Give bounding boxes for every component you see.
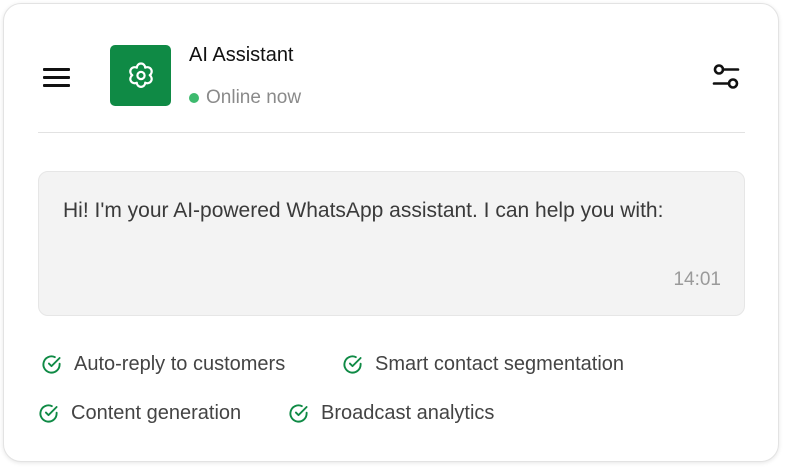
chat-title: AI Assistant <box>189 44 294 66</box>
check-circle-icon <box>343 355 362 374</box>
feature-label: Broadcast analytics <box>321 402 495 424</box>
feature-label: Auto-reply to customers <box>74 353 286 375</box>
message-text: Hi! I'm your AI-powered WhatsApp assista… <box>63 199 664 222</box>
assistant-avatar <box>110 45 171 106</box>
header-divider <box>38 132 745 133</box>
online-dot-icon <box>189 93 199 103</box>
check-circle-icon <box>39 404 58 423</box>
online-status: Online now <box>189 87 301 109</box>
message-time: 14:01 <box>673 269 721 290</box>
flower-gear-icon <box>128 61 153 88</box>
message-bubble: Hi! I'm your AI-powered WhatsApp assista… <box>38 171 745 316</box>
feature-item-segmentation: Smart contact segmentation <box>342 353 624 376</box>
chat-card: AI Assistant Online now Hi! I'm your AI-… <box>3 3 779 462</box>
hamburger-menu-icon[interactable] <box>41 64 71 90</box>
feature-item-content-generation: Content generation <box>38 402 241 425</box>
sliders-icon[interactable] <box>710 61 742 93</box>
feature-item-broadcast-analytics: Broadcast analytics <box>288 402 494 425</box>
status-text: Online now <box>206 87 302 108</box>
check-circle-icon <box>289 404 308 423</box>
feature-label: Smart contact segmentation <box>375 353 625 375</box>
feature-item-auto-reply: Auto-reply to customers <box>41 353 285 376</box>
feature-label: Content generation <box>71 402 242 424</box>
check-circle-icon <box>42 355 61 374</box>
